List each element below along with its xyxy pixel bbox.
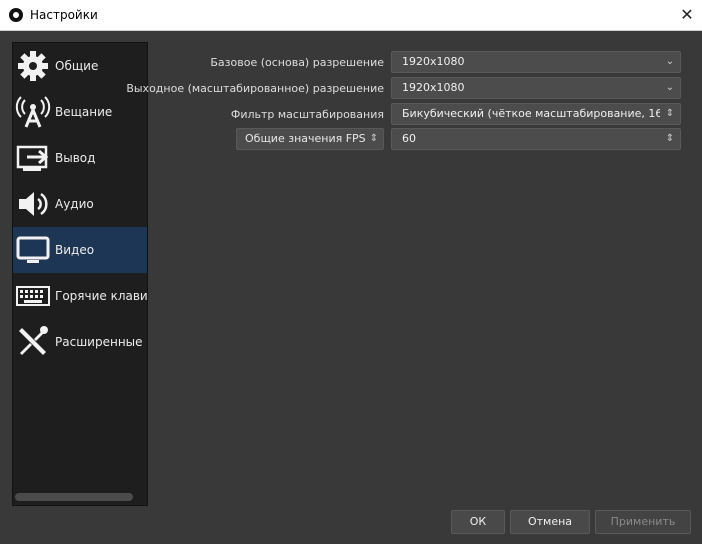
output-resolution-value: 1920x1080 — [402, 81, 465, 94]
apply-button[interactable]: Применить — [595, 510, 691, 534]
sidebar-item-label: Общие — [55, 59, 99, 73]
settings-window: Общие Вещание Вывод Аудио Видео Горячие … — [0, 31, 702, 544]
sidebar-item-hotkeys[interactable]: Горячие клавиши — [13, 273, 147, 319]
base-resolution-value: 1920x1080 — [402, 55, 465, 68]
sidebar-item-advanced[interactable]: Расширенные — [13, 319, 147, 365]
sidebar-horizontal-scrollbar[interactable] — [15, 493, 133, 501]
fps-type-select[interactable]: Общие значения FPS ⇕ — [236, 128, 384, 150]
updown-arrows-icon[interactable]: ⇕ — [365, 129, 383, 149]
output-monitor-icon — [16, 145, 49, 171]
updown-arrows-icon[interactable]: ⇕ — [660, 104, 680, 124]
sidebar-item-label: Горячие клавиши — [55, 289, 148, 303]
updown-arrows-icon[interactable]: ⇕ — [660, 129, 680, 149]
keyboard-icon — [16, 286, 50, 306]
close-button[interactable]: ✕ — [672, 0, 702, 30]
cancel-button[interactable]: Отмена — [510, 510, 590, 534]
sidebar-item-output[interactable]: Вывод — [13, 135, 147, 181]
scale-filter-value: Бикубический (чёткое масштабирование, 16… — [402, 107, 680, 120]
sidebar-item-label: Видео — [55, 243, 95, 257]
sidebar-item-video[interactable]: Видео — [13, 227, 147, 273]
scale-filter-select[interactable]: Бикубический (чёткое масштабирование, 16… — [391, 103, 681, 125]
sidebar-item-label: Вывод — [55, 151, 96, 165]
fps-value: 60 — [402, 132, 416, 145]
obs-logo-icon — [9, 8, 23, 22]
ok-button[interactable]: ОК — [451, 510, 505, 534]
tools-icon — [19, 326, 48, 355]
speaker-icon — [19, 192, 48, 216]
gear-icon — [18, 51, 48, 81]
chevron-down-icon[interactable]: ⌄ — [660, 78, 680, 98]
fps-value-select[interactable]: 60 ⇕ — [391, 128, 681, 150]
base-resolution-combo[interactable]: 1920x1080 ⌄ — [391, 51, 681, 73]
output-resolution-combo[interactable]: 1920x1080 ⌄ — [391, 77, 681, 99]
title-bar: Настройки ✕ — [0, 0, 702, 31]
sidebar-item-audio[interactable]: Аудио — [13, 181, 147, 227]
broadcast-antenna-icon — [15, 96, 51, 128]
sidebar-item-stream[interactable]: Вещание — [13, 89, 147, 135]
sidebar-item-label: Расширенные — [55, 335, 143, 349]
sidebar-item-label: Вещание — [55, 105, 113, 119]
sidebar-item-label: Аудио — [55, 197, 94, 211]
monitor-icon — [16, 236, 50, 263]
window-title: Настройки — [30, 8, 98, 22]
output-resolution-label: Выходное (масштабированное) разрешение — [126, 82, 384, 95]
fps-type-label: Общие значения FPS — [245, 132, 366, 145]
chevron-down-icon[interactable]: ⌄ — [660, 52, 680, 72]
settings-sidebar: Общие Вещание Вывод Аудио Видео Горячие … — [12, 42, 148, 506]
scale-filter-label: Фильтр масштабирования — [230, 108, 384, 121]
base-resolution-label: Базовое (основа) разрешение — [210, 56, 384, 69]
